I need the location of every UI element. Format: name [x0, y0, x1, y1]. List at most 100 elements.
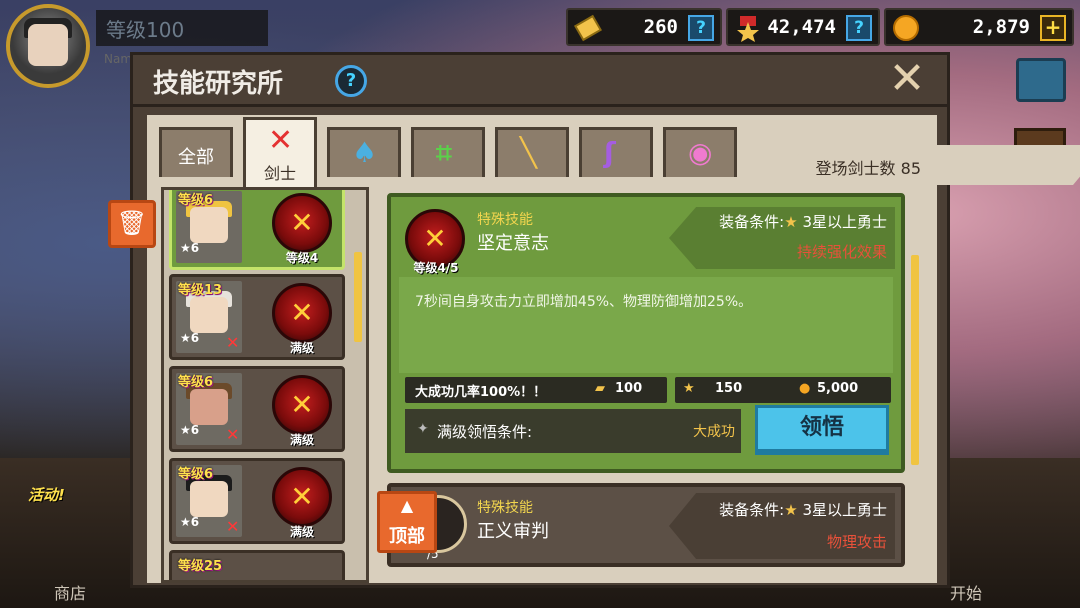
pendant-icon: ◉ [688, 136, 713, 169]
hero-list-item[interactable]: 等级6 ★6 ✕ ✕ 满级 [169, 366, 345, 452]
skill-orb: ✕ [272, 283, 332, 343]
skill-level: 等级4 [285, 251, 319, 265]
crossed-swords-icon: ✕ [423, 222, 447, 255]
equip-requirement: 3星以上勇士 [802, 213, 887, 231]
star-icon: ★ [784, 213, 798, 231]
equip-condition: 装备条件:★ 3星以上勇士 [719, 211, 887, 232]
bottom-nav-shop[interactable]: 商店 [54, 580, 86, 604]
skill-detail-card: ✕ 等级4/5 特殊技能 坚定意志 装备条件:★ 3星以上勇士 持续强化效果 7… [387, 193, 905, 473]
hero-face [190, 481, 228, 517]
panel-help-button[interactable]: ? [335, 65, 367, 97]
tab-pendant[interactable]: ◉ [663, 127, 737, 177]
crossed-swords-icon: ✕ [290, 480, 314, 513]
skill-orb: ✕ [272, 375, 332, 435]
skill-level: 满级 [289, 341, 314, 355]
gold-add-button[interactable]: + [1040, 15, 1066, 41]
currency-ticket: 260 ? [566, 8, 722, 46]
crossed-swords-icon: ✕ [290, 296, 314, 329]
effect-tag-2: 物理攻击 [826, 533, 887, 551]
scroll-top-label: 顶部 [389, 526, 425, 547]
skill-research-panel: 技能研究所 ? ✕ 全部 ✕ 剑士 ♠ ⌗ ╲ ʃ ◉ 登场剑士数 85 等级6… [130, 52, 1080, 588]
skill-name-2: 正义审判 [477, 521, 549, 542]
sword-icon: ✕ [268, 123, 294, 158]
equip-condition-label: 装备条件: [719, 213, 785, 231]
star-icon: ★ [784, 501, 798, 519]
locked-icon: ✕ [226, 333, 240, 352]
currency-medal: 42,474 ? [726, 8, 880, 46]
hero-stars: ★6 [180, 241, 200, 255]
tab-bow[interactable]: ⌗ [411, 127, 485, 177]
chat-icon[interactable] [1016, 58, 1066, 102]
tab-all-label: 全部 [178, 147, 214, 168]
hero-list-item[interactable]: 等级6 ★6 ✕ ✕ 满级 [169, 458, 345, 544]
hero-list-item[interactable]: 等级13 ★6 ✕ ✕ 满级 [169, 274, 345, 360]
currency-gold: 2,879 + [884, 8, 1074, 46]
medal-icon: ★ [683, 381, 695, 396]
gold-count: 2,879 [972, 16, 1030, 38]
skill-orb: ✕ [272, 467, 332, 527]
hero-face [190, 389, 228, 425]
locked-icon: ✕ [226, 425, 240, 444]
tab-swordsman-label: 剑士 [263, 164, 296, 183]
cost-pill: ★ 150 ● 5,000 [675, 377, 891, 403]
skill-orb-level: 等级4/5 [413, 261, 459, 275]
trash-icon[interactable]: 🗑 [108, 200, 156, 248]
diamond-icon: ✦ [417, 421, 429, 437]
success-rate-pill: 大成功几率100%！！ ▰ 100 [405, 377, 667, 403]
player-level: 等级100 [106, 18, 185, 42]
skill-level: 满级 [289, 433, 314, 447]
gold-coin-icon [893, 15, 919, 41]
ticket-icon [574, 14, 602, 42]
hero-stars: ★6 [180, 423, 200, 437]
equip-condition-2: 装备条件:★ 3星以上勇士 [719, 499, 887, 520]
hero-list-scrollbar[interactable] [354, 252, 362, 342]
hero-level: 等级6 [178, 193, 214, 208]
hero-stars: ★6 [180, 515, 200, 529]
tab-staff[interactable]: ╲ [495, 127, 569, 177]
hero-list-item[interactable]: 等级25 [169, 550, 345, 580]
cost-row: 大成功几率100%！！ ▰ 100 ★ 150 ● 5,000 [405, 377, 891, 403]
ticket-cost: 100 [615, 381, 643, 396]
staff-icon: ╲ [520, 136, 537, 169]
hero-list[interactable]: 等级6 ★6 ✕ 等级4 等级13 ★6 ✕ ✕ 满级 等级6 ★6 ✕ ✕ 满… [161, 187, 369, 583]
crossed-swords-icon: ✕ [290, 388, 314, 421]
skill-type: 特殊技能 [477, 212, 533, 228]
skill-orb: ✕ [272, 193, 332, 253]
hero-face [190, 297, 228, 333]
gold-cost: 5,000 [817, 381, 859, 396]
panel-header: 技能研究所 ? ✕ [133, 55, 947, 107]
bow-icon: ⌗ [436, 136, 452, 169]
player-avatar[interactable] [6, 4, 90, 88]
skill-level: 满级 [289, 525, 314, 539]
success-rate: 大成功几率100%！！ [415, 385, 547, 400]
tab-swordsman[interactable]: ✕ 剑士 [243, 117, 317, 187]
skill-name: 坚定意志 [477, 233, 549, 254]
close-button[interactable]: ✕ [885, 57, 929, 103]
skill-description: 7秒间自身攻击力立即增加45%、物理防御增加25%。 [415, 294, 753, 310]
panel-title: 技能研究所 [153, 69, 284, 99]
ticket-icon: ▰ [595, 381, 605, 396]
skill-card-2[interactable]: /5 特殊技能 正义审判 装备条件:★ 3星以上勇士 物理攻击 [387, 483, 905, 567]
detail-scrollbar[interactable] [911, 255, 919, 465]
hero-level: 等级6 [178, 375, 214, 390]
bottom-nav-start[interactable]: 开始 [950, 580, 982, 604]
ticket-count: 260 [643, 16, 678, 38]
max-condition-row: ✦ 满级领悟条件: 大成功 [405, 409, 741, 453]
skill-type-2: 特殊技能 [477, 500, 533, 516]
activity-label[interactable]: 活动! [28, 484, 65, 505]
axe-icon: ♠ [352, 136, 378, 169]
ticket-help-button[interactable]: ? [688, 15, 714, 41]
knight-count: 登场剑士数 85 [815, 159, 921, 178]
hero-level: 等级25 [178, 559, 223, 574]
arrow-up-icon: ▲ [400, 496, 414, 515]
medal-help-button[interactable]: ? [846, 15, 872, 41]
hero-list-item[interactable]: 等级6 ★6 ✕ 等级4 [169, 190, 345, 270]
tab-wand[interactable]: ʃ [579, 127, 653, 177]
tab-axe[interactable]: ♠ [327, 127, 401, 177]
scroll-top-button[interactable]: ▲ 顶部 [377, 491, 437, 553]
tab-all[interactable]: 全部 [159, 127, 233, 177]
learn-button[interactable]: 领悟 [755, 405, 889, 455]
hero-face [190, 207, 228, 243]
locked-icon: ✕ [226, 517, 240, 536]
player-name-label: Nam [104, 52, 133, 66]
